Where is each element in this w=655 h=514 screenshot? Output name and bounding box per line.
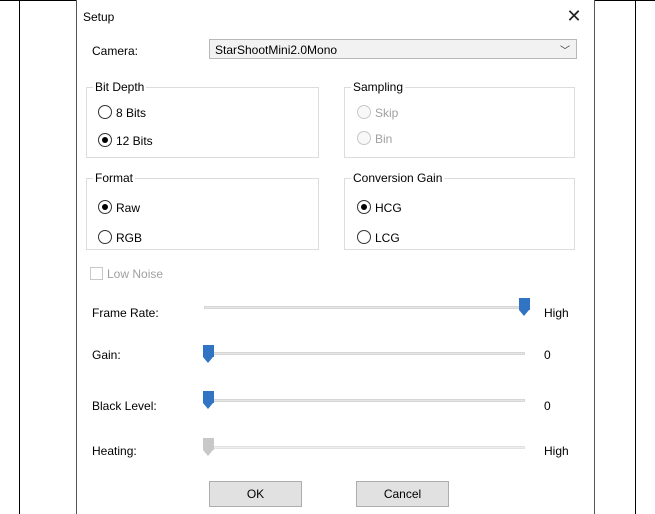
bit-depth-12-label: 12 Bits xyxy=(116,134,153,148)
format-title: Format xyxy=(93,171,136,185)
setup-dialog: Setup ✕ Camera: StarShootMini2.0Mono ﹀ B… xyxy=(76,0,595,514)
ok-button[interactable]: OK xyxy=(209,481,302,507)
black-level-track[interactable] xyxy=(204,399,525,402)
sampling-bin-radio[interactable] xyxy=(357,131,371,145)
dialog-title: Setup xyxy=(83,10,115,24)
sampling-group: Sampling xyxy=(344,80,575,158)
low-noise-checkbox[interactable] xyxy=(90,267,103,280)
black-level-slider-thumb[interactable] xyxy=(203,391,214,409)
camera-label: Camera: xyxy=(92,44,139,58)
format-raw-radio[interactable] xyxy=(98,200,112,214)
cancel-button[interactable]: Cancel xyxy=(356,481,449,507)
black-level-label: Black Level: xyxy=(92,399,157,413)
conversion-gain-hcg-radio[interactable] xyxy=(357,200,371,214)
camera-select[interactable]: StarShootMini2.0Mono ﹀ xyxy=(209,39,577,59)
gain-value: 0 xyxy=(544,348,551,362)
chevron-down-icon: ﹀ xyxy=(560,46,570,57)
frame-rate-slider-thumb[interactable] xyxy=(519,298,530,316)
bit-depth-8-label: 8 Bits xyxy=(116,106,147,120)
bit-depth-12-radio[interactable] xyxy=(98,133,112,147)
conversion-gain-hcg-label: HCG xyxy=(375,201,402,215)
gain-slider-thumb[interactable] xyxy=(203,345,214,363)
sampling-title: Sampling xyxy=(351,80,406,94)
gain-label: Gain: xyxy=(92,348,121,362)
sampling-bin-label: Bin xyxy=(375,132,393,146)
low-noise-label: Low Noise xyxy=(107,267,164,281)
sampling-skip-radio[interactable] xyxy=(357,105,371,119)
bit-depth-8-radio[interactable] xyxy=(98,105,112,119)
frame-rate-label: Frame Rate: xyxy=(92,306,159,320)
conversion-gain-lcg-radio[interactable] xyxy=(357,230,371,244)
format-rgb-label: RGB xyxy=(116,231,143,245)
camera-select-value: StarShootMini2.0Mono xyxy=(215,43,338,57)
gain-track[interactable] xyxy=(204,352,525,355)
format-rgb-radio[interactable] xyxy=(98,230,112,244)
conversion-gain-title: Conversion Gain xyxy=(351,171,445,185)
heating-track[interactable] xyxy=(204,446,525,449)
black-level-value: 0 xyxy=(544,399,551,413)
frame-line-right xyxy=(635,0,636,514)
conversion-gain-lcg-label: LCG xyxy=(375,231,400,245)
heating-label: Heating: xyxy=(92,444,137,458)
close-icon[interactable]: ✕ xyxy=(563,6,585,26)
format-raw-label: Raw xyxy=(116,201,141,215)
bit-depth-title: Bit Depth xyxy=(93,80,147,94)
heating-slider-thumb[interactable] xyxy=(203,438,214,456)
heating-value: High xyxy=(544,444,569,458)
frame-line-left xyxy=(19,0,20,514)
frame-rate-track[interactable] xyxy=(204,306,525,309)
sampling-skip-label: Skip xyxy=(375,106,399,120)
frame-rate-value: High xyxy=(544,306,569,320)
